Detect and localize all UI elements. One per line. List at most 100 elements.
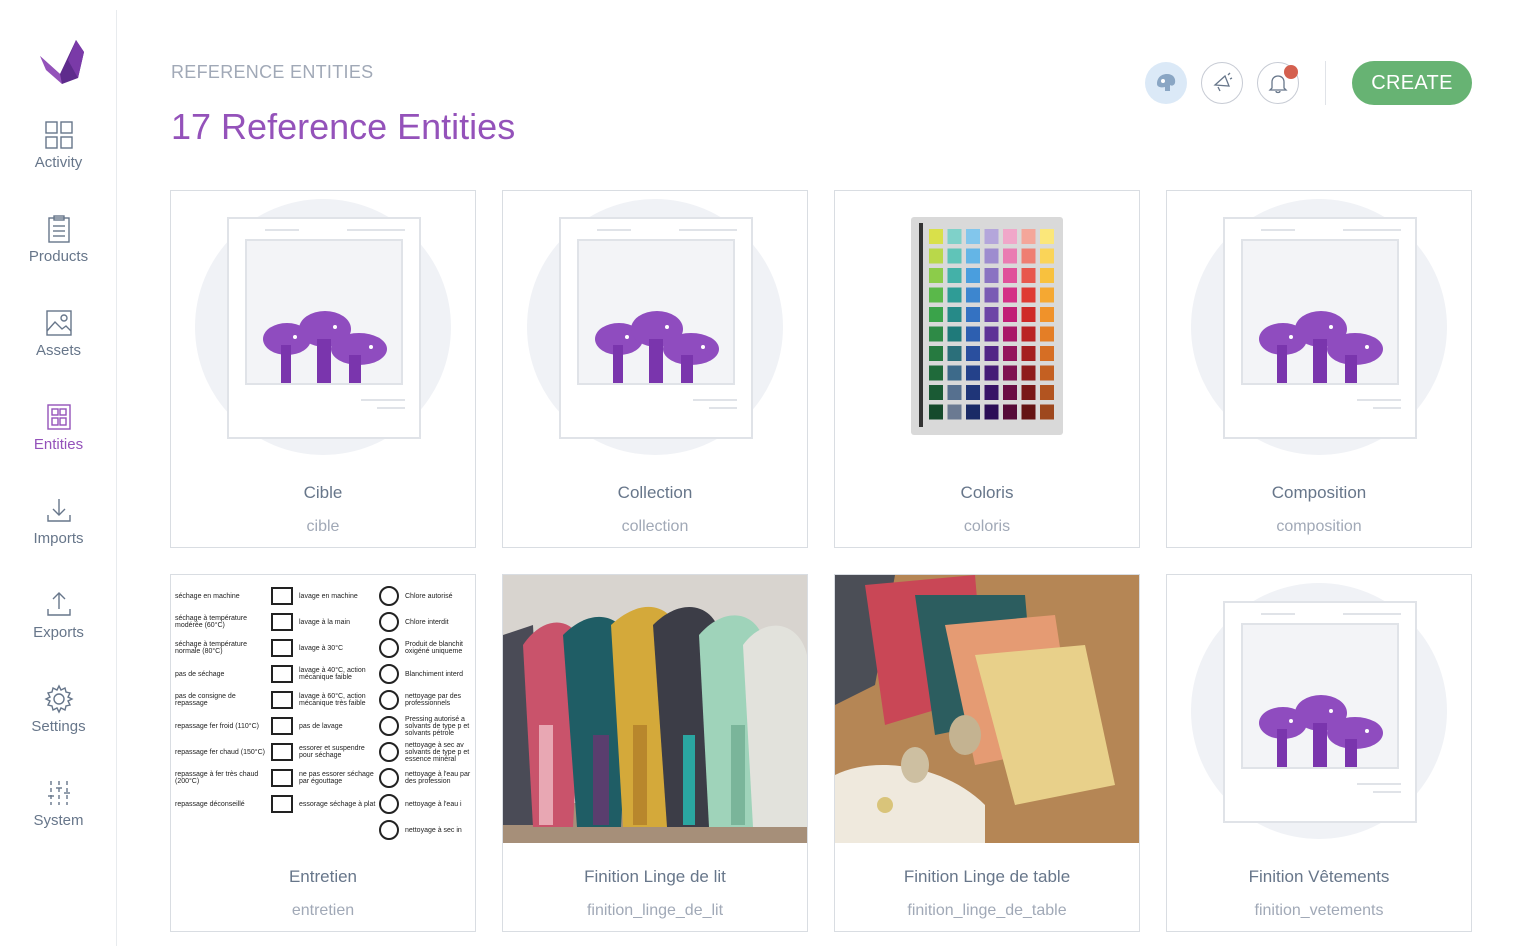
entity-code: entretien <box>291 902 355 919</box>
color-swatch <box>966 229 980 244</box>
care-label-text: Produit de blanchit oxigéné uniqueme <box>405 641 463 655</box>
color-swatch <box>984 326 999 342</box>
care-label-text: Pressing autorisé a solvants de type p e… <box>405 715 470 737</box>
color-swatch <box>966 404 980 420</box>
notifications-button[interactable] <box>1257 62 1299 104</box>
sidebar-item-settings[interactable]: Settings <box>0 684 117 764</box>
bed-linen-photo <box>503 575 807 843</box>
care-label-row: lavage à 30°C <box>271 635 377 661</box>
napkins-photo <box>835 575 1139 843</box>
care-symbol-icon <box>379 586 399 606</box>
color-swatch <box>947 248 962 264</box>
breadcrumb[interactable]: REFERENCE ENTITIES <box>171 62 373 83</box>
entity-card-finition-linge-de-table[interactable]: Finition Linge de table finition_linge_d… <box>834 574 1140 932</box>
entity-card-finition-linge-de-lit[interactable]: Finition Linge de lit finition_linge_de_… <box>502 574 808 932</box>
care-label-text: séchage à température normale (80°C) <box>175 641 247 655</box>
sidebar-item-assets[interactable]: Assets <box>0 308 117 388</box>
color-swatch <box>984 287 999 303</box>
entity-card-cible[interactable]: Cible cible <box>170 190 476 548</box>
care-symbol-icon <box>271 717 293 735</box>
create-button[interactable]: CREATE <box>1352 61 1472 105</box>
color-swatch <box>966 385 980 400</box>
clipboard-icon <box>47 215 70 243</box>
entity-thumbnail <box>503 575 807 843</box>
color-swatch <box>966 326 980 342</box>
announcements-button[interactable] <box>1201 62 1243 104</box>
color-swatch <box>1003 248 1017 264</box>
care-label-row: essorer et suspendre pour séchage <box>271 739 377 765</box>
care-label-row: Pressing autorisé a solvants de type p e… <box>379 713 475 739</box>
entity-card-composition[interactable]: Composition composition <box>1166 190 1472 548</box>
care-label-text: nettoyage à sec in <box>405 826 462 834</box>
color-swatch <box>1003 307 1017 322</box>
color-swatch <box>947 404 962 420</box>
sidebar-item-system[interactable]: System <box>0 778 117 858</box>
color-swatch <box>984 268 999 283</box>
sliders-icon <box>47 781 70 805</box>
mushroom-illustration <box>1259 695 1383 767</box>
color-swatch <box>929 248 943 264</box>
care-label-text: lavage à 60°C, action mécanique très fai… <box>299 693 366 707</box>
sidebar-item-entities[interactable]: Entities <box>0 402 117 482</box>
color-swatch <box>1040 365 1054 381</box>
care-label-row: Chlore interdit <box>379 609 475 635</box>
care-symbol-icon <box>379 768 399 788</box>
sidebar-item-imports[interactable]: Imports <box>0 496 117 576</box>
care-label-row: lavage à 40°C, action mécanique faible <box>271 661 377 687</box>
sidebar-item-label: Products <box>28 248 89 265</box>
color-swatch <box>929 287 943 303</box>
mushroom-illustration <box>595 311 719 383</box>
care-symbol-icon <box>271 743 293 761</box>
megaphone-icon <box>1213 72 1233 92</box>
page-title: 17 Reference Entities <box>171 106 516 147</box>
care-label-text: lavage en machine <box>299 592 358 600</box>
care-label-row: repassage déconseillé <box>175 791 267 817</box>
care-label-row: nettoyage à sec av solvants de type p et… <box>379 739 475 765</box>
care-symbol-icon <box>271 587 293 605</box>
sidebar-item-activity[interactable]: Activity <box>0 120 117 200</box>
entity-card-entretien[interactable]: séchage en machine séchage à température … <box>170 574 476 932</box>
care-symbol-icon <box>271 639 293 657</box>
color-swatch <box>1021 307 1036 322</box>
color-swatch <box>1040 385 1054 400</box>
color-swatch <box>984 307 999 322</box>
care-label-row: séchage en machine <box>175 583 267 609</box>
user-avatar-button[interactable] <box>1145 62 1187 104</box>
care-label-text: nettoyage à l'eau i <box>405 800 462 808</box>
color-swatch <box>1040 229 1054 244</box>
entity-label: Finition Vêtements <box>1248 867 1390 886</box>
entities-icon <box>46 404 71 430</box>
entity-card-finition-vetements[interactable]: Finition Vêtements finition_vetements <box>1166 574 1472 932</box>
entity-card-collection[interactable]: Collection collection <box>502 190 808 548</box>
care-symbol-icon <box>271 691 293 709</box>
color-swatch <box>1021 326 1036 342</box>
color-swatch <box>1003 229 1017 244</box>
care-symbol-icon <box>271 795 293 813</box>
color-swatch <box>929 326 943 342</box>
color-swatch <box>1040 307 1054 322</box>
entity-thumbnail <box>1167 575 1471 843</box>
sidebar-item-label: System <box>33 812 84 829</box>
color-swatch <box>929 268 943 283</box>
avatar-icon <box>1157 74 1176 91</box>
color-swatch <box>929 365 943 381</box>
care-label-row: nettoyage à l'eau i <box>379 791 475 817</box>
care-label-text: essorer et suspendre pour séchage <box>299 745 365 759</box>
color-swatch <box>984 365 999 381</box>
color-swatch <box>947 287 962 303</box>
sidebar-item-label: Settings <box>31 718 86 735</box>
akeneo-logo[interactable] <box>38 30 86 88</box>
care-label-row: pas de consigne de repassage <box>175 687 267 713</box>
color-swatch <box>1021 385 1036 400</box>
care-symbol-icon <box>271 665 293 683</box>
color-swatch <box>966 346 980 361</box>
entity-card-coloris[interactable]: Coloris coloris <box>834 190 1140 548</box>
entity-label: Entretien <box>288 867 358 886</box>
entity-thumbnail: séchage en machine séchage à température … <box>171 575 475 843</box>
sidebar-item-label: Activity <box>34 154 83 171</box>
sidebar-item-products[interactable]: Products <box>0 214 117 294</box>
notification-badge <box>1284 65 1298 79</box>
entity-label: Finition Linge de table <box>903 867 1071 886</box>
sidebar-item-exports[interactable]: Exports <box>0 590 117 670</box>
color-swatch <box>966 268 980 283</box>
